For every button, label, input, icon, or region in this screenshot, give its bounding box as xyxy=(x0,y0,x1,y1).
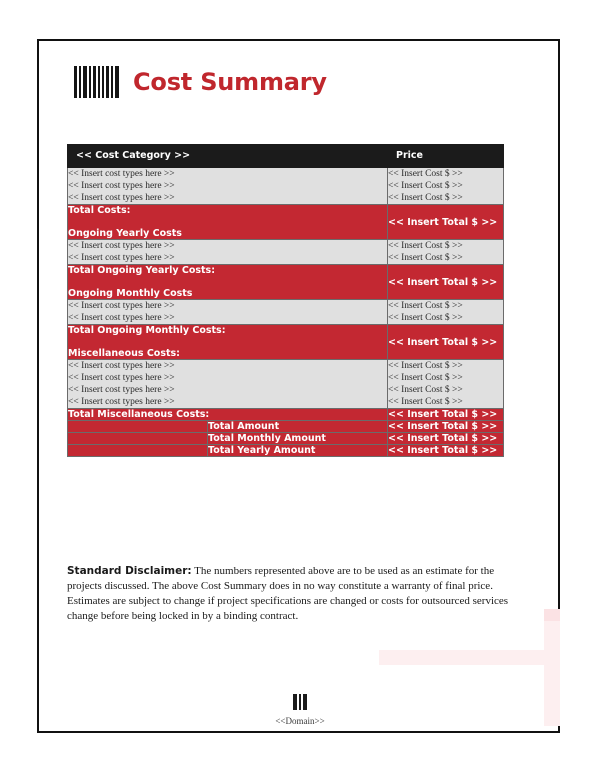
total-miscellaneous-label: Total Miscellaneous Costs: xyxy=(67,408,388,421)
table-total-row: Total Miscellaneous Costs: << Insert Tot… xyxy=(67,408,504,421)
table-total-row: Total Costs: Ongoing Yearly Costs << Ins… xyxy=(67,204,504,240)
cost-price-line[interactable]: << Insert Cost $ >> xyxy=(388,312,503,324)
cost-type-line[interactable]: << Insert cost types here >> xyxy=(68,300,387,312)
section-total-label-3: Total Ongoing Monthly Costs: Miscellaneo… xyxy=(67,324,388,360)
barcode-icon xyxy=(74,66,121,98)
cost-type-line[interactable]: << Insert cost types here >> xyxy=(68,252,387,264)
cost-price-line[interactable]: << Insert Cost $ >> xyxy=(388,192,503,204)
grand-total-price-yearly[interactable]: << Insert Total $ >> xyxy=(387,444,504,457)
cost-type-line[interactable]: << Insert cost types here >> xyxy=(68,168,387,180)
table-total-row: Total Ongoing Monthly Costs: Miscellaneo… xyxy=(67,324,504,360)
cost-type-line[interactable]: << Insert cost types here >> xyxy=(68,312,387,324)
section-total-price-4[interactable]: << Insert Total $ >> xyxy=(387,408,504,421)
table-row: << Insert cost types here >> << Insert c… xyxy=(67,299,504,325)
section-heading-ongoing-monthly: Ongoing Monthly Costs xyxy=(68,288,193,299)
table-row: << Insert cost types here >> << Insert c… xyxy=(67,167,504,205)
cost-price-line[interactable]: << Insert Cost $ >> xyxy=(388,252,503,264)
cost-type-group-4[interactable]: << Insert cost types here >> << Insert c… xyxy=(67,359,388,409)
cost-price-line[interactable]: << Insert Cost $ >> xyxy=(388,180,503,192)
total-ongoing-monthly-label: Total Ongoing Monthly Costs: xyxy=(68,325,226,336)
cost-price-line[interactable]: << Insert Cost $ >> xyxy=(388,384,503,396)
cost-summary-table: << Cost Category >> Price << Insert cost… xyxy=(67,144,504,457)
table-row: << Insert cost types here >> << Insert c… xyxy=(67,239,504,265)
cost-price-line[interactable]: << Insert Cost $ >> xyxy=(388,360,503,372)
section-total-label-2: Total Ongoing Yearly Costs: Ongoing Mont… xyxy=(67,264,388,300)
cost-type-group-3[interactable]: << Insert cost types here >> << Insert c… xyxy=(67,299,388,325)
grand-total-label-amount: Total Amount xyxy=(207,420,388,433)
section-heading-ongoing-yearly: Ongoing Yearly Costs xyxy=(68,228,182,239)
footer-domain-label: <<Domain>> xyxy=(275,716,325,726)
table-total-row: Total Ongoing Yearly Costs: Ongoing Mont… xyxy=(67,264,504,300)
watermark-block-bottom xyxy=(379,650,557,665)
cost-type-line[interactable]: << Insert cost types here >> xyxy=(68,360,387,372)
standard-disclaimer: Standard Disclaimer: The numbers represe… xyxy=(67,564,519,624)
table-header-row: << Cost Category >> Price xyxy=(67,144,504,168)
grand-total-label-yearly: Total Yearly Amount xyxy=(207,444,388,457)
cost-type-line[interactable]: << Insert cost types here >> xyxy=(68,372,387,384)
grand-total-spacer xyxy=(67,420,208,433)
barcode-icon xyxy=(292,694,308,710)
cost-type-line[interactable]: << Insert cost types here >> xyxy=(68,396,387,408)
grand-total-row: Total Monthly Amount << Insert Total $ >… xyxy=(67,432,504,445)
cost-type-line[interactable]: << Insert cost types here >> xyxy=(68,240,387,252)
grand-total-label-monthly: Total Monthly Amount xyxy=(207,432,388,445)
cost-price-group-1[interactable]: << Insert Cost $ >> << Insert Cost $ >> … xyxy=(387,167,504,205)
total-ongoing-yearly-label: Total Ongoing Yearly Costs: xyxy=(68,265,216,276)
page-canvas: Cost Summary << Cost Category >> Price <… xyxy=(0,0,600,776)
document-header: Cost Summary xyxy=(74,66,327,98)
cost-price-line[interactable]: << Insert Cost $ >> xyxy=(388,300,503,312)
grand-total-row: Total Amount << Insert Total $ >> xyxy=(67,420,504,433)
cost-price-group-2[interactable]: << Insert Cost $ >> << Insert Cost $ >> xyxy=(387,239,504,265)
cost-price-line[interactable]: << Insert Cost $ >> xyxy=(388,396,503,408)
cost-price-line[interactable]: << Insert Cost $ >> xyxy=(388,240,503,252)
cost-type-line[interactable]: << Insert cost types here >> xyxy=(68,180,387,192)
section-total-price-2[interactable]: << Insert Total $ >> xyxy=(387,264,504,300)
section-total-price-1[interactable]: << Insert Total $ >> xyxy=(387,204,504,240)
cost-price-group-4[interactable]: << Insert Cost $ >> << Insert Cost $ >> … xyxy=(387,359,504,409)
page-title: Cost Summary xyxy=(133,68,327,96)
grand-total-row: Total Yearly Amount << Insert Total $ >> xyxy=(67,444,504,457)
table-row: << Insert cost types here >> << Insert c… xyxy=(67,359,504,409)
cost-price-line[interactable]: << Insert Cost $ >> xyxy=(388,372,503,384)
cost-type-line[interactable]: << Insert cost types here >> xyxy=(68,192,387,204)
section-total-price-3[interactable]: << Insert Total $ >> xyxy=(387,324,504,360)
watermark-block-top xyxy=(544,609,560,621)
grand-total-price-monthly[interactable]: << Insert Total $ >> xyxy=(387,432,504,445)
grand-total-spacer xyxy=(67,432,208,445)
document-footer: <<Domain>> xyxy=(0,694,600,726)
grand-total-spacer xyxy=(67,444,208,457)
cost-price-group-3[interactable]: << Insert Cost $ >> << Insert Cost $ >> xyxy=(387,299,504,325)
header-cell-category: << Cost Category >> xyxy=(67,144,388,168)
section-total-label-1: Total Costs: Ongoing Yearly Costs xyxy=(67,204,388,240)
header-cell-price: Price xyxy=(387,144,504,168)
grand-total-price-amount[interactable]: << Insert Total $ >> xyxy=(387,420,504,433)
cost-type-group-2[interactable]: << Insert cost types here >> << Insert c… xyxy=(67,239,388,265)
section-heading-miscellaneous: Miscellaneous Costs: xyxy=(68,348,180,359)
cost-type-line[interactable]: << Insert cost types here >> xyxy=(68,384,387,396)
cost-type-group-1[interactable]: << Insert cost types here >> << Insert c… xyxy=(67,167,388,205)
total-costs-label: Total Costs: xyxy=(68,205,131,216)
cost-price-line[interactable]: << Insert Cost $ >> xyxy=(388,168,503,180)
disclaimer-heading: Standard Disclaimer: xyxy=(67,565,192,577)
